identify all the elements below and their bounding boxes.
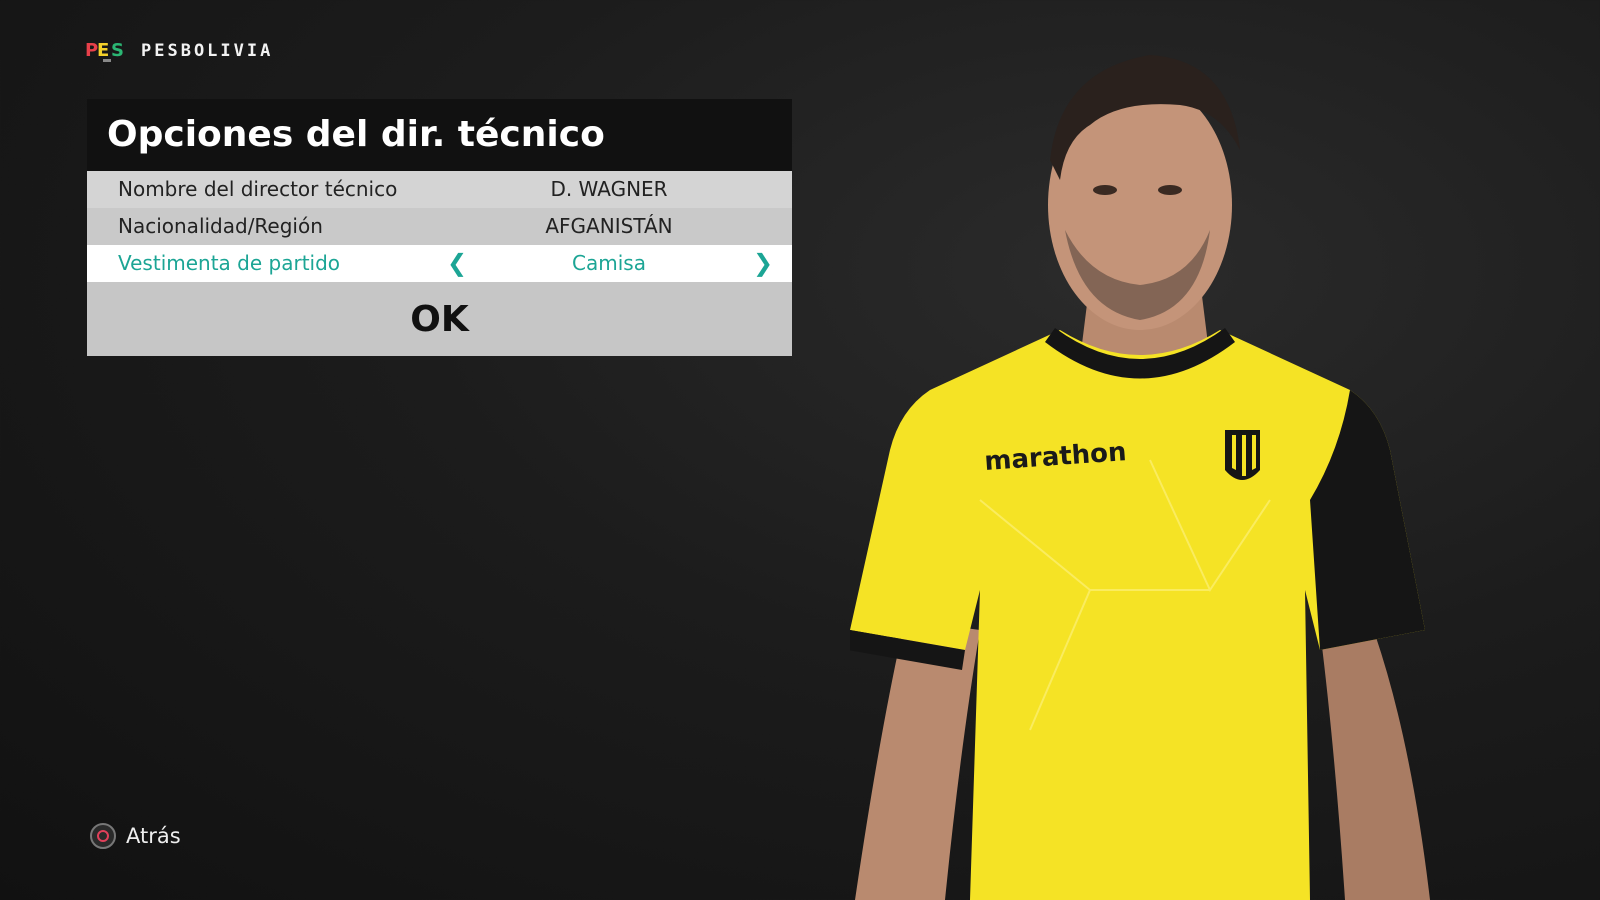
pes-logo-icon: P E S [85, 36, 129, 66]
circle-button-icon [90, 823, 116, 849]
option-row-coach-name[interactable]: Nombre del director técnico D. WAGNER [87, 171, 792, 208]
option-value: D. WAGNER [550, 177, 668, 201]
coach-portrait: marathon [848, 30, 1450, 900]
option-label: Nacionalidad/Región [118, 214, 323, 238]
option-value: AFGANISTÁN [545, 214, 673, 238]
brand-name: PESBOLIVIA [141, 41, 274, 61]
ok-button[interactable]: OK [87, 282, 792, 356]
option-row-match-attire[interactable]: Vestimenta de partido ❮ Camisa ❯ [87, 245, 792, 282]
chevron-right-icon[interactable]: ❯ [753, 245, 773, 282]
coach-options-panel: Opciones del dir. técnico Nombre del dir… [87, 99, 792, 356]
svg-text:E: E [97, 40, 109, 61]
option-row-nationality[interactable]: Nacionalidad/Región AFGANISTÁN [87, 208, 792, 245]
back-label: Atrás [126, 824, 181, 848]
option-label: Nombre del director técnico [118, 177, 398, 201]
panel-title: Opciones del dir. técnico [87, 99, 792, 171]
brand-header: P E S PESBOLIVIA [85, 36, 273, 66]
svg-text:S: S [111, 40, 124, 61]
option-label: Vestimenta de partido [118, 251, 341, 275]
back-hint[interactable]: Atrás [90, 823, 181, 849]
